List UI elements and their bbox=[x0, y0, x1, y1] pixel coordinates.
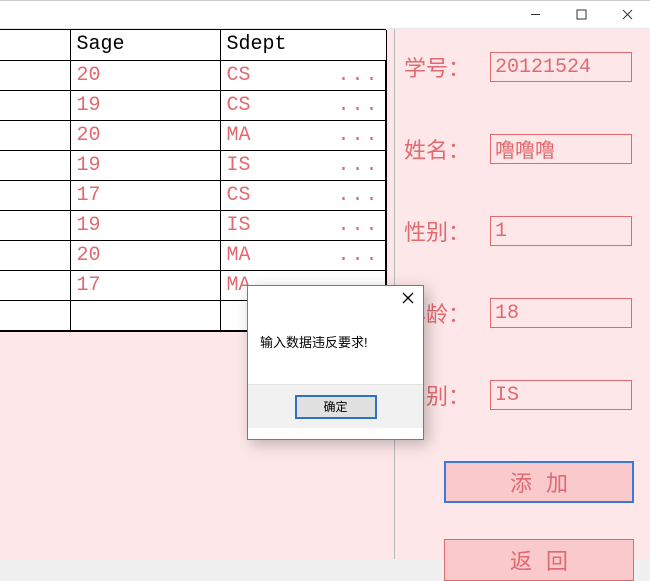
cell-sdept[interactable]: CS... bbox=[220, 60, 386, 90]
table-row[interactable]: 19IS... bbox=[0, 210, 386, 240]
cell-sage[interactable]: 19 bbox=[70, 210, 220, 240]
message-dialog: 输入数据违反要求! 确定 bbox=[247, 285, 424, 440]
ellipsis-icon[interactable]: ... bbox=[337, 241, 379, 270]
label-ssex: 性别： bbox=[404, 215, 490, 247]
ellipsis-icon[interactable]: ... bbox=[337, 211, 379, 240]
dialog-ok-button[interactable]: 确定 bbox=[295, 395, 377, 419]
cell-sdept[interactable]: MA... bbox=[220, 120, 386, 150]
main-window: Sage Sdept 20CS...19CS...20MA...19IS...1… bbox=[0, 0, 650, 558]
dialog-close-icon[interactable] bbox=[401, 291, 415, 310]
table-row[interactable]: 20MA... bbox=[0, 240, 386, 270]
add-button[interactable]: 添加 bbox=[444, 461, 634, 503]
table-row[interactable]: 19CS... bbox=[0, 90, 386, 120]
cell-sdept[interactable]: MA... bbox=[220, 240, 386, 270]
cell-sage[interactable]: 20 bbox=[70, 120, 220, 150]
maximize-button[interactable] bbox=[558, 1, 604, 29]
label-sno: 学号： bbox=[404, 51, 490, 83]
field-sname: 姓名： bbox=[396, 133, 650, 165]
cell-sage[interactable]: 19 bbox=[70, 90, 220, 120]
label-sname: 姓名： bbox=[404, 133, 490, 165]
cell-sage[interactable]: 17 bbox=[70, 180, 220, 210]
back-button[interactable]: 返回 bbox=[444, 539, 634, 581]
field-ssex: 性别： bbox=[396, 215, 650, 247]
ellipsis-icon[interactable]: ... bbox=[337, 151, 379, 180]
cell-sage[interactable]: 20 bbox=[70, 60, 220, 90]
col-header-sage[interactable]: Sage bbox=[70, 30, 220, 60]
col-header-0[interactable] bbox=[0, 30, 70, 60]
cell-c0[interactable] bbox=[0, 270, 70, 300]
cell-c0[interactable] bbox=[0, 240, 70, 270]
cell-c0[interactable] bbox=[0, 300, 70, 330]
ellipsis-icon[interactable]: ... bbox=[337, 121, 379, 150]
cell-c0[interactable] bbox=[0, 90, 70, 120]
cell-sage[interactable]: 20 bbox=[70, 240, 220, 270]
cell-c0[interactable] bbox=[0, 60, 70, 90]
table-row[interactable]: 19IS... bbox=[0, 150, 386, 180]
titlebar bbox=[0, 1, 650, 29]
cell-sdept[interactable]: CS... bbox=[220, 90, 386, 120]
table-header-row: Sage Sdept bbox=[0, 30, 386, 60]
button-group: 添加 返回 bbox=[396, 461, 650, 581]
cell-c0[interactable] bbox=[0, 210, 70, 240]
dialog-titlebar bbox=[248, 286, 423, 314]
input-sdept[interactable] bbox=[490, 380, 632, 410]
table-row[interactable]: 17CS... bbox=[0, 180, 386, 210]
cell-sdept[interactable]: IS... bbox=[220, 150, 386, 180]
cell-sage[interactable] bbox=[70, 300, 220, 330]
dialog-message: 输入数据违反要求! bbox=[248, 314, 423, 384]
ellipsis-icon[interactable]: ... bbox=[337, 91, 379, 120]
cell-c0[interactable] bbox=[0, 120, 70, 150]
cell-sdept[interactable]: IS... bbox=[220, 210, 386, 240]
input-ssex[interactable] bbox=[490, 216, 632, 246]
dialog-button-row: 确定 bbox=[248, 384, 423, 428]
cell-sage[interactable]: 17 bbox=[70, 270, 220, 300]
cell-c0[interactable] bbox=[0, 150, 70, 180]
table-row[interactable]: 20MA... bbox=[0, 120, 386, 150]
col-header-sdept[interactable]: Sdept bbox=[220, 30, 386, 60]
ellipsis-icon[interactable]: ... bbox=[337, 61, 379, 90]
cell-sage[interactable]: 19 bbox=[70, 150, 220, 180]
field-sage: 年龄： bbox=[396, 297, 650, 329]
field-sno: 学号： bbox=[396, 51, 650, 83]
minimize-button[interactable] bbox=[512, 1, 558, 29]
ellipsis-icon[interactable]: ... bbox=[337, 181, 379, 210]
input-sname[interactable] bbox=[490, 134, 632, 164]
input-sage[interactable] bbox=[490, 298, 632, 328]
cell-sdept[interactable]: CS... bbox=[220, 180, 386, 210]
table-row[interactable]: 20CS... bbox=[0, 60, 386, 90]
field-sdept: 系别： bbox=[396, 379, 650, 411]
close-button[interactable] bbox=[604, 1, 650, 29]
input-sno[interactable] bbox=[490, 52, 632, 82]
cell-c0[interactable] bbox=[0, 180, 70, 210]
form-panel: 学号： 姓名： 性别： 年龄： 系别： 添加 返回 bbox=[396, 29, 650, 559]
